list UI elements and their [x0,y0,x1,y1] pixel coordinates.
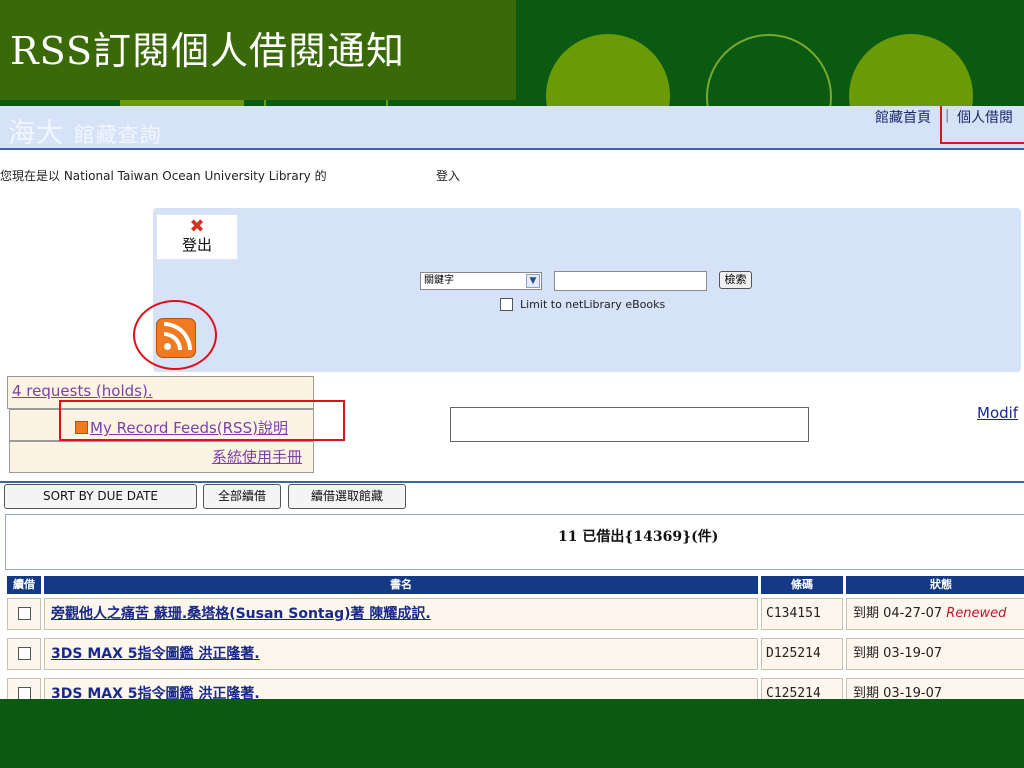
close-x-icon: ✖ [189,216,205,237]
due-date: 到期 04-27-07 [853,606,943,621]
status-cell: 到期 03-19-07 [846,638,1024,670]
title-cell: 3DS MAX 5指令圖鑑 洪正隆著. [44,678,758,699]
renew-checkbox[interactable] [17,687,31,699]
book-title-link[interactable]: 3DS MAX 5指令圖鑑 洪正隆著. [51,646,260,662]
logo-main-text: 海大 [8,118,64,149]
column-header-status: 狀態 [846,576,1024,594]
login-link[interactable]: 登入 [436,167,460,184]
highlight-box-personal [940,106,1024,144]
checkout-summary: 11 已借出{14369}(件) [558,529,719,545]
library-header: 海大 館藏查詢 館藏首頁 | 個人借閱 [0,106,1024,150]
renew-selected-button[interactable]: 續借選取館藏 [288,484,406,509]
chevron-down-icon[interactable]: ▼ [526,274,540,288]
modify-link[interactable]: Modif [977,404,1018,422]
ebooks-checkbox[interactable] [500,298,513,311]
logout-button[interactable]: ✖ 登出 [156,214,238,260]
renew-checkbox[interactable] [17,607,31,620]
library-logo: 海大 館藏查詢 [8,111,162,150]
column-header-renew: 續借 [7,576,41,594]
title-cell: 3DS MAX 5指令圖鑑 洪正隆著. [44,638,758,670]
search-field-value: 關鍵字 [424,275,454,286]
text-input-box[interactable] [450,407,809,442]
search-input[interactable] [554,271,707,291]
table-row: 3DS MAX 5指令圖鑑 洪正隆著. C125214 到期 03-19-07 [0,678,1024,699]
title-cell: 旁觀他人之痛苦 蘇珊.桑塔格(Susan Sontag)著 陳耀成訳. [44,598,758,630]
ebooks-label: Limit to netLibrary eBooks [520,298,666,311]
renew-checkbox-cell [7,678,41,699]
section-divider [0,481,1024,483]
logo-sub-text: 館藏查詢 [73,123,162,147]
logout-label: 登出 [181,236,212,254]
book-title-link[interactable]: 旁觀他人之痛苦 蘇珊.桑塔格(Susan Sontag)著 陳耀成訳. [51,606,431,622]
renew-checkbox[interactable] [17,647,31,660]
book-title-link[interactable]: 3DS MAX 5指令圖鑑 洪正隆著. [51,686,260,699]
renew-all-button[interactable]: 全部續借 [203,484,281,509]
column-header-barcode: 條碼 [761,576,843,594]
table-row: 3DS MAX 5指令圖鑑 洪正隆著. D125214 到期 03-19-07 [0,638,1024,672]
barcode-cell: C125214 [761,678,843,699]
column-header-title: 書名 [44,576,758,594]
search-button[interactable]: 檢索 [719,271,752,289]
sort-by-due-date-button[interactable]: SORT BY DUE DATE [4,484,197,509]
user-manual-link[interactable]: 系統使用手冊 [212,446,302,467]
barcode-cell: D125214 [761,638,843,670]
due-date: 到期 03-19-07 [853,686,943,699]
highlight-circle-rss [133,300,217,370]
library-screenshot: 海大 館藏查詢 館藏首頁 | 個人借閱 您現在是以 National Taiwa… [0,106,1024,699]
due-date: 到期 03-19-07 [853,646,943,661]
highlight-box-feeds [59,400,345,441]
home-link[interactable]: 館藏首頁 [875,107,931,127]
slide-title: RSS訂閱個人借閱通知 [10,29,406,73]
table-row: 旁觀他人之痛苦 蘇珊.桑塔格(Susan Sontag)著 陳耀成訳. C134… [0,598,1024,632]
status-cell: 到期 04-27-07 Renewed [846,598,1024,630]
status-cell: 到期 03-19-07 [846,678,1024,699]
checkout-summary-box [5,514,1024,570]
renewed-badge: Renewed [946,606,1007,621]
renew-checkbox-cell [7,598,41,630]
renew-checkbox-cell [7,638,41,670]
barcode-cell: C134151 [761,598,843,630]
holds-link[interactable]: 4 requests (holds). [12,382,153,400]
login-status-text: 您現在是以 National Taiwan Ocean University L… [0,169,327,183]
search-field-select[interactable]: 關鍵字 ▼ [420,272,542,290]
